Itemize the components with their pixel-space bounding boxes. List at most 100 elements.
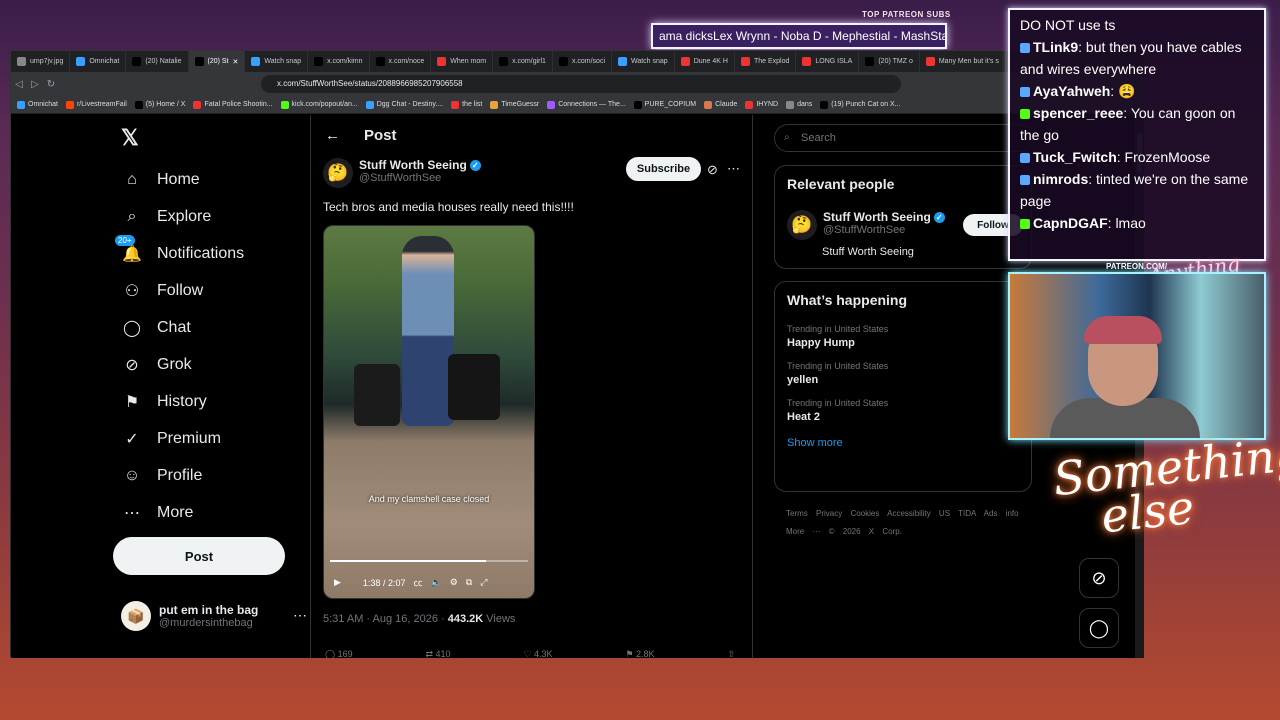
nav-item-profile[interactable]: ☺ Profile xyxy=(121,457,244,494)
forward-icon[interactable]: ▷ xyxy=(27,79,43,90)
nav-item-chat[interactable]: ◯ Chat xyxy=(121,309,244,346)
url-input[interactable]: x.com/StuffWorthSee/status/2088966985207… xyxy=(261,75,901,93)
browser-tab[interactable]: The Explod xyxy=(735,51,797,72)
video-time: 1:38 / 2:07 xyxy=(362,577,406,588)
video-player[interactable]: And my clamshell case closed ▶ 1:38 / 2:… xyxy=(323,225,535,599)
browser-tab[interactable]: Omnichat xyxy=(70,51,127,72)
bookmark-item[interactable]: IHYND xyxy=(745,100,778,109)
tab-label: (20) TMZ o xyxy=(878,58,913,65)
author-handle[interactable]: @StuffWorthSee xyxy=(359,172,481,184)
browser-tab[interactable]: x.com/girl1 xyxy=(493,51,553,72)
browser-tab[interactable]: x.com/kimn xyxy=(308,51,370,72)
bookmark-label: (5) Home / X xyxy=(145,101,186,108)
relevant-avatar[interactable]: 🤔 xyxy=(787,210,817,240)
back-arrow-icon[interactable]: ← xyxy=(325,127,340,144)
tab-label: (20) Natalie xyxy=(145,58,182,65)
tweet-author[interactable]: 🤔 Stuff Worth Seeing ✓ @StuffWorthSee xyxy=(323,158,481,188)
x-logo-icon[interactable]: 𝕏 xyxy=(121,125,139,151)
share-icon[interactable]: ⇧ xyxy=(727,649,735,658)
nav-item-grok[interactable]: ⊘ Grok xyxy=(121,346,244,383)
browser-tab[interactable]: Watch snap xyxy=(612,51,675,72)
pip-icon[interactable]: ⧉ xyxy=(466,577,472,588)
tweet-actions: ◯ 169 ⇄ 410 ♡ 4.3K ⚑ 2.8K ⇧ xyxy=(325,649,735,658)
bookmark-item[interactable]: the list xyxy=(451,100,482,109)
grok-icon[interactable]: ⊘ xyxy=(707,162,718,178)
bookmark-item[interactable]: Connections — The... xyxy=(547,100,626,109)
bookmark-item[interactable]: (19) Punch Cat on X... xyxy=(820,100,901,109)
nav-item-more[interactable]: ⋯ More xyxy=(121,494,244,531)
nav-item-explore[interactable]: ⌕ Explore xyxy=(121,198,244,235)
back-icon[interactable]: ◁ xyxy=(11,79,27,90)
browser-tab[interactable]: x.com/soci xyxy=(553,51,612,72)
chat-text: : lmao xyxy=(1107,215,1146,231)
bookmark-item[interactable]: Dgg Chat - Destiny.... xyxy=(365,100,443,109)
tab-label: Watch snap xyxy=(264,58,302,65)
relevant-handle: @StuffWorthSee xyxy=(823,224,906,236)
more-icon[interactable]: ⋯ xyxy=(727,161,740,177)
trend-name: Happy Hump xyxy=(787,337,855,349)
settings-icon[interactable]: ⚙ xyxy=(450,577,458,588)
bookmark-item[interactable]: (5) Home / X xyxy=(134,100,186,109)
post-button[interactable]: Post xyxy=(113,537,285,575)
relevant-name[interactable]: Stuff Worth Seeing xyxy=(823,210,931,224)
relevant-people-title: Relevant people xyxy=(787,176,895,192)
footer-links[interactable]: Terms Privacy Cookies Accessibility US T… xyxy=(786,505,1026,541)
show-more-link[interactable]: Show more xyxy=(775,429,1031,461)
like-action[interactable]: ♡ 4.3K xyxy=(523,649,552,658)
play-icon[interactable]: ▶ xyxy=(334,577,341,588)
repost-action[interactable]: ⇄ 410 xyxy=(426,649,451,658)
video-controls: ▶ 1:38 / 2:07 ㏄ 🔈 ⚙ ⧉ ⤢ xyxy=(334,576,524,589)
nav-item-follow[interactable]: ⚇ Follow xyxy=(121,272,244,309)
author-avatar[interactable]: 🤔 xyxy=(323,158,353,188)
trend-item[interactable]: Trending in United States Heat 2 xyxy=(775,392,1031,429)
browser-tab[interactable]: (20) St ✕ xyxy=(188,51,246,72)
nav-item-home[interactable]: ⌂ Home xyxy=(121,161,244,198)
notification-badge: 20+ xyxy=(115,234,135,246)
reply-action[interactable]: ◯ 169 xyxy=(325,649,353,658)
bookmark-item[interactable]: Fatal Police Shootin... xyxy=(193,100,273,109)
tab-favicon-icon xyxy=(437,57,447,66)
nav-item-notifications[interactable]: 🔔 20+ Notifications xyxy=(115,234,245,272)
account-name: put em in the bag xyxy=(159,603,259,617)
fullscreen-icon[interactable]: ⤢ xyxy=(480,577,487,588)
nav-label: Notifications xyxy=(157,244,245,262)
bookmark-item[interactable]: Omnichat xyxy=(17,100,58,109)
video-progress-bar[interactable] xyxy=(330,560,528,562)
trend-item[interactable]: Trending in United States Happy Hump xyxy=(775,318,1031,355)
author-name[interactable]: Stuff Worth Seeing xyxy=(359,158,467,172)
tab-favicon-icon xyxy=(865,57,875,66)
nav-item-premium[interactable]: ✓ Premium xyxy=(121,420,244,457)
browser-tab[interactable]: (20) Natalie xyxy=(126,51,189,72)
more-icon[interactable]: ⋯ xyxy=(293,607,307,624)
search-input[interactable]: Search xyxy=(774,124,1034,152)
chat-float-icon[interactable]: ◯ xyxy=(1079,608,1119,648)
relevant-person[interactable]: 🤔 Stuff Worth Seeing ✓ @StuffWorthSee xyxy=(787,210,945,240)
nav-item-history[interactable]: ⚑ History xyxy=(121,383,244,420)
browser-tab[interactable]: LONG ISLA xyxy=(796,51,860,72)
captions-icon[interactable]: ㏄ xyxy=(413,576,422,589)
account-switcher[interactable]: 📦 put em in the bag @murdersinthebag ⋯ xyxy=(121,601,307,631)
bookmark-item[interactable]: kick.com/popout/an... xyxy=(280,100,358,109)
trend-item[interactable]: Trending in United States yellen xyxy=(775,355,1031,392)
browser-tab[interactable]: Dune 4K H xyxy=(675,51,735,72)
subscribe-button[interactable]: Subscribe xyxy=(626,157,701,181)
grok-float-icon[interactable]: ⊘ xyxy=(1079,558,1119,598)
browser-tab[interactable]: Watch snap xyxy=(245,51,309,72)
browser-tab[interactable]: ump7jv.jpg xyxy=(11,51,71,72)
browser-tab[interactable]: Many Men but it's s xyxy=(920,51,1006,72)
bookmark-item[interactable]: dans xyxy=(786,100,812,109)
bookmark-item[interactable]: r/LivestreamFail xyxy=(65,100,127,109)
browser-tab[interactable]: When mom xyxy=(431,51,494,72)
bookmark-item[interactable]: Claude xyxy=(704,100,737,109)
premium-icon: ✓ xyxy=(125,430,139,448)
bookmark-icon xyxy=(365,100,374,109)
bookmark-item[interactable]: TimeGuessr xyxy=(490,100,539,109)
browser-tab[interactable]: (20) TMZ o xyxy=(859,51,920,72)
browser-tab[interactable]: x.com/noce xyxy=(370,51,432,72)
bookmark-action[interactable]: ⚑ 2.8K xyxy=(625,649,654,658)
verified-icon: ✓ xyxy=(469,159,481,171)
bookmark-item[interactable]: PURE_COPIUM xyxy=(633,100,696,109)
volume-icon[interactable]: 🔈 xyxy=(430,577,441,588)
close-tab-icon[interactable]: ✕ xyxy=(233,58,239,66)
reload-icon[interactable]: ↻ xyxy=(43,79,59,90)
